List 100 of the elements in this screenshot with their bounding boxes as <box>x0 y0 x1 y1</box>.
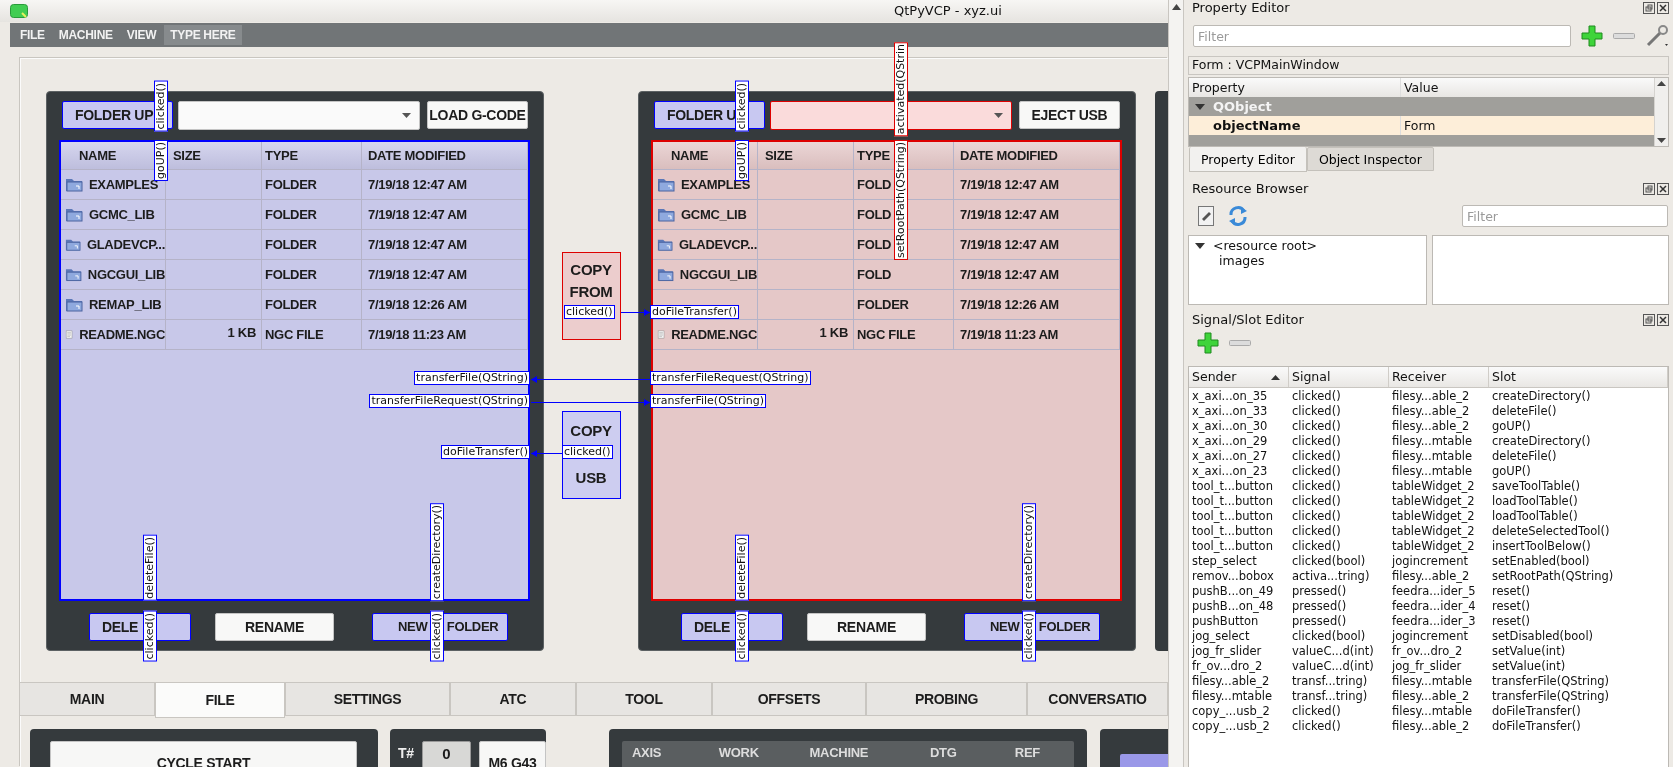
remove-icon <box>1613 33 1635 39</box>
tab[interactable]: CONVERSATIO <box>1027 682 1168 716</box>
connection-label: clicked() <box>1022 611 1036 662</box>
table-cell-text: loadToolTable() <box>1491 509 1579 524</box>
folder-icon <box>65 207 83 222</box>
file-table[interactable] <box>59 140 530 601</box>
file-name: GCMC_LIB <box>89 206 155 223</box>
tab[interactable]: Property Editor <box>1189 147 1307 172</box>
table-cell-text: filesy...mtable <box>1391 434 1473 449</box>
folder-icon <box>657 237 673 252</box>
tool-change-button[interactable]: M6 G43 <box>479 741 546 767</box>
table-cell-text: filesy...mtable <box>1391 449 1473 464</box>
connection-label: clicked() <box>735 611 749 662</box>
table-cell-text: jog_select <box>1190 629 1251 644</box>
cycle-start-button[interactable]: CYCLE START <box>50 741 357 767</box>
file-table[interactable] <box>651 140 1122 601</box>
table-cell-text: clicked() <box>1291 479 1342 494</box>
table-cell-text: clicked() <box>1291 494 1342 509</box>
connection-label: deleteFile() <box>143 535 157 601</box>
table-cell-text: filesy...able_2 <box>1391 569 1471 584</box>
column-header[interactable]: Receiver <box>1389 367 1489 387</box>
table-cell-text: x_axi...on_29 <box>1191 434 1269 449</box>
reload-icon <box>1227 205 1249 227</box>
column-header: DTG <box>929 744 958 762</box>
tab[interactable]: ATC <box>450 682 576 716</box>
tab[interactable]: SETTINGS <box>285 682 450 716</box>
tree-item[interactable]: <resource root> <box>1213 238 1318 253</box>
header-label: Receiver <box>1392 368 1448 386</box>
tab[interactable]: OFFSETS <box>712 682 866 716</box>
table-cell-text: tool_t...button <box>1191 479 1274 494</box>
table-cell: 7/19/18 11:23 AM <box>960 326 1059 343</box>
connection-arrow <box>531 449 562 457</box>
add-icon <box>1581 25 1603 47</box>
connection-label: setRootPath(QString) <box>894 140 908 260</box>
tab[interactable]: TOOL <box>576 682 712 716</box>
table-cell-text: filesy...able_2 <box>1191 674 1271 689</box>
connection-label: clicked() <box>735 81 749 132</box>
table-cell: FOLD <box>857 266 892 283</box>
table-cell-text: clicked() <box>1291 404 1342 419</box>
table-cell: FOLD <box>857 206 892 223</box>
rename-button[interactable]: RENAME <box>807 613 926 641</box>
menu-item[interactable]: FILE <box>14 24 51 46</box>
connection-table[interactable] <box>1188 366 1669 767</box>
connection-label: transferFileRequest(QString) <box>650 371 811 385</box>
table-cell-text: jog_fr_slider <box>1190 644 1263 659</box>
tab[interactable]: Object Inspector <box>1306 147 1434 171</box>
table-cell-text: clicked() <box>1291 719 1342 734</box>
property-value[interactable]: Form <box>1401 118 1654 133</box>
table-cell: FOLD <box>857 176 892 193</box>
column-header[interactable]: Value <box>1401 80 1654 95</box>
remove-icon <box>1229 340 1251 346</box>
table-cell-text: saveToolTable() <box>1491 479 1581 494</box>
connection-label: activated(QStrin <box>894 41 908 136</box>
folder-icon <box>65 177 83 192</box>
table-cell: FOLD <box>857 236 892 253</box>
menu-item[interactable]: MACHINE <box>52 24 119 46</box>
action-button[interactable]: EJECT USB <box>1019 101 1120 129</box>
resource-tree[interactable]: <resource root> images <box>1188 235 1427 305</box>
table-cell-text: pushButton <box>1191 614 1260 629</box>
column-header[interactable]: SIZE <box>173 147 201 164</box>
table-cell-text: filesy...mtable <box>1391 704 1473 719</box>
column-header[interactable]: Slot <box>1489 367 1668 387</box>
connection-label: createDirectory() <box>1022 502 1036 601</box>
table-cell-text: remov...bobox <box>1191 569 1275 584</box>
table-cell-text: clicked() <box>1291 434 1342 449</box>
table-cell-text: jogincrement <box>1390 629 1469 644</box>
table-cell: NGC FILE <box>265 326 324 343</box>
scrollbar[interactable] <box>1654 78 1668 146</box>
connection-label: doFileTransfer() <box>441 445 530 459</box>
tab[interactable]: FILE <box>155 682 285 718</box>
table-cell: NGC FILE <box>857 326 916 343</box>
file-name: GCMC_LIB <box>681 206 747 223</box>
button-label: COPY <box>570 260 612 280</box>
menu-item[interactable]: VIEW <box>120 24 163 46</box>
table-cell: FOLDER <box>265 176 317 193</box>
tab[interactable]: MAIN <box>19 682 155 716</box>
table-cell: 7/19/18 11:23 AM <box>368 326 467 343</box>
table-cell-text: setEnabled(bool) <box>1491 554 1591 569</box>
tool-number-field[interactable]: 0 <box>421 741 471 767</box>
table-cell-text: copy_...usb_2 <box>1191 719 1271 734</box>
column-header: WORK <box>718 744 760 762</box>
header-label: Signal <box>1292 368 1332 386</box>
column-header[interactable]: SIZE <box>765 147 793 164</box>
connection-label: transferFile(QString) <box>650 394 766 408</box>
connection-label: doFileTransfer() <box>650 305 739 319</box>
tab[interactable]: PROBING <box>866 682 1027 716</box>
tree-item[interactable]: images <box>1219 253 1265 268</box>
folder-icon <box>657 177 675 192</box>
filter-field[interactable]: Filter <box>1462 205 1668 227</box>
column-header[interactable]: Signal <box>1289 367 1389 387</box>
table-cell-text: goUP() <box>1491 464 1532 479</box>
table-cell: FOLDER <box>857 296 909 313</box>
float-icon <box>1643 183 1655 195</box>
filter-field[interactable]: Filter <box>1193 25 1571 47</box>
action-button[interactable]: LOAD G-CODE <box>427 101 528 129</box>
table-cell-text: filesy...able_2 <box>1391 404 1471 419</box>
table-cell-text: tool_t...button <box>1191 494 1274 509</box>
table-cell-text: tableWidget_2 <box>1391 479 1476 494</box>
rename-button[interactable]: RENAME <box>215 613 334 641</box>
column-header[interactable]: Sender <box>1189 367 1289 387</box>
